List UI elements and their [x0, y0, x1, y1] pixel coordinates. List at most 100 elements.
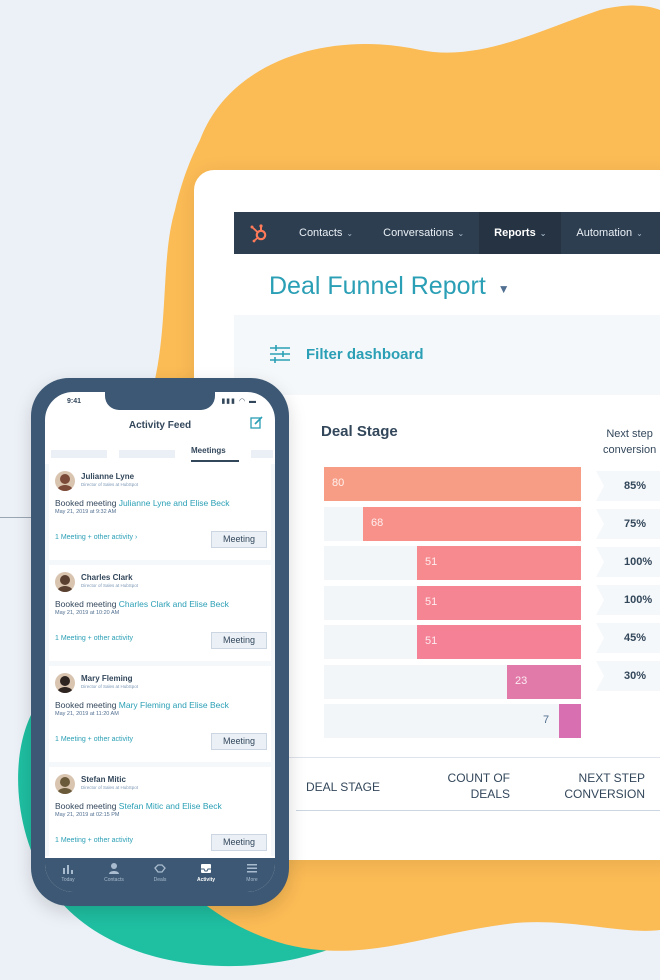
phone-device: 9:41 ▮▮▮ ◠ ▬ Activity Feed Meetings Juli…: [31, 378, 289, 906]
tabbar-item-contacts[interactable]: Contacts: [91, 858, 137, 892]
funnel-row: 51: [324, 585, 581, 620]
caret-down-icon: ▼: [497, 281, 510, 296]
meeting-button[interactable]: Meeting: [211, 632, 267, 649]
report-title: Deal Funnel Report: [269, 272, 486, 300]
meeting-attendees-link[interactable]: Julianne Lyne and Elise Beck: [119, 498, 230, 508]
more-activity-link[interactable]: 1 Meeting + other activity: [55, 635, 133, 642]
tabbar-item-today[interactable]: Today: [45, 858, 91, 892]
activity-description: Booked meeting Stefan Mitic and Elise Be…: [55, 801, 222, 811]
nav-item-label: Reports: [494, 227, 536, 239]
meeting-button[interactable]: Meeting: [211, 834, 267, 851]
funnel-bar[interactable]: 23: [507, 664, 581, 699]
contact-role: Director of Sales at HubSpot: [81, 583, 139, 588]
contact-role: Director of Sales at HubSpot: [81, 684, 139, 689]
tab-placeholder[interactable]: [251, 450, 273, 458]
contact-name[interactable]: Stefan Mitic: [81, 775, 126, 784]
chevron-down-icon: ⌄: [539, 228, 547, 238]
chevron-down-icon: ⌄: [457, 228, 465, 238]
activity-date: May 21, 2019 at 9:32 AM: [55, 509, 117, 515]
column-header-deal-stage[interactable]: DEAL STAGE: [306, 779, 380, 795]
funnel-row: 80: [324, 467, 581, 501]
tabbar-item-label: Deals: [153, 877, 167, 883]
column-header-next-step-conversion[interactable]: NEXT STEP CONVERSION: [559, 770, 645, 802]
funnel-bar[interactable]: 51: [417, 585, 581, 620]
hubspot-sprocket-icon[interactable]: [234, 212, 284, 254]
person-icon: [109, 863, 119, 874]
column-header-line: DEALS: [470, 787, 510, 801]
funnel-bar-value: 51: [425, 595, 438, 608]
funnel-bar-value: 68: [371, 516, 384, 529]
funnel-bar[interactable]: 51: [417, 625, 581, 659]
tab-meetings[interactable]: Meetings: [191, 446, 226, 455]
filter-dashboard-link[interactable]: Filter dashboard: [306, 346, 424, 363]
more-activity-link[interactable]: 1 Meeting + other activity: [55, 837, 133, 844]
compose-icon[interactable]: [250, 416, 263, 429]
nav-item-reports[interactable]: Reports ⌄: [479, 212, 562, 254]
meeting-attendees-link[interactable]: Charles Clark and Elise Beck: [119, 599, 229, 609]
feed-card[interactable]: Julianne Lyne Director of Sales at HubSpo…: [49, 464, 271, 560]
chevron-down-icon: ⌄: [346, 228, 354, 238]
report-title-dropdown[interactable]: Deal Funnel Report ▼: [269, 272, 510, 301]
tabbar-item-label: Today: [61, 877, 75, 883]
feed-tabs: Meetings: [45, 446, 275, 462]
avatar[interactable]: [55, 673, 75, 693]
contact-role: Director of Sales at HubSpot: [81, 785, 139, 790]
activity-date: May 21, 2019 at 11:20 AM: [55, 711, 119, 717]
contact-name[interactable]: Charles Clark: [81, 573, 133, 582]
activity-description: Booked meeting Mary Fleming and Elise Be…: [55, 700, 229, 710]
meeting-button[interactable]: Meeting: [211, 733, 267, 750]
contact-name[interactable]: Julianne Lyne: [81, 472, 134, 481]
meeting-attendees-link[interactable]: Mary Fleming and Elise Beck: [119, 700, 229, 710]
filter-sliders-icon[interactable]: [270, 345, 290, 363]
next-step-heading-line: conversion: [603, 444, 657, 456]
funnel-row: 23: [324, 664, 581, 699]
avatar[interactable]: [55, 774, 75, 794]
funnel-bar[interactable]: 68: [363, 506, 581, 541]
funnel-row: 51: [324, 546, 581, 580]
status-time: 9:41: [67, 398, 82, 405]
tabbar-item-more[interactable]: More: [229, 858, 275, 892]
feed-card[interactable]: Charles Clark Director of Sales at HubSpo…: [49, 565, 271, 661]
conversion-value: 100%: [624, 556, 653, 568]
feed-card[interactable]: Mary Fleming Director of Sales at HubSpot…: [49, 666, 271, 762]
funnel-bar-value: 51: [425, 635, 438, 647]
feed-card[interactable]: Stefan Mitic Director of Sales at HubSpot…: [49, 767, 271, 856]
tab-placeholder[interactable]: [119, 450, 175, 458]
activity-feed-title: Activity Feed: [128, 420, 192, 431]
more-activity-link[interactable]: 1 Meeting + other activity ›: [55, 534, 137, 541]
conversion-value: 85%: [624, 480, 647, 492]
activity-prefix: Booked meeting: [55, 599, 119, 609]
avatar[interactable]: [55, 471, 75, 491]
tabbar-item-activity[interactable]: Activity: [183, 858, 229, 892]
nav-item-label: Contacts: [299, 227, 343, 239]
conversion-value: 75%: [624, 518, 647, 530]
contact-name[interactable]: Mary Fleming: [81, 674, 133, 683]
nav-item-contacts[interactable]: Contacts ⌄: [284, 212, 368, 254]
signal-wifi-battery-icon: ▮▮▮ ◠ ▬: [221, 398, 257, 405]
avatar[interactable]: [55, 572, 75, 592]
activity-description: Booked meeting Julianne Lyne and Elise B…: [55, 498, 230, 508]
inbox-icon: [201, 864, 211, 873]
funnel-bar[interactable]: 51: [417, 546, 581, 580]
tab-placeholder[interactable]: [51, 450, 107, 458]
nav-item-conversations[interactable]: Conversations ⌄: [368, 212, 479, 254]
column-header-line: CONVERSION: [564, 787, 645, 801]
funnel-bar[interactable]: 80: [324, 467, 581, 501]
tabbar-item-label: Activity: [196, 877, 216, 883]
meeting-attendees-link[interactable]: Stefan Mitic and Elise Beck: [119, 801, 222, 811]
deal-table-header: DEAL STAGE COUNT OF DEALS NEXT STEP CONV…: [234, 700, 660, 811]
meeting-button[interactable]: Meeting: [211, 531, 267, 548]
top-navbar: Contacts ⌄ Conversations ⌄ Reports ⌄ Automa…: [234, 212, 660, 254]
column-header-line: COUNT OF: [447, 771, 510, 785]
funnel-row: 68: [324, 506, 581, 541]
activity-prefix: Booked meeting: [55, 801, 119, 811]
contact-role: Director of Sales at HubSpot: [81, 482, 139, 487]
conversion-badge: 85%: [596, 471, 660, 501]
nav-item-automation[interactable]: Automation ⌄: [561, 212, 657, 254]
activity-description: Booked meeting Charles Clark and Elise B…: [55, 599, 229, 609]
activity-date: May 21, 2019 at 02:15 PM: [55, 812, 120, 818]
more-activity-link[interactable]: 1 Meeting + other activity: [55, 736, 133, 743]
tabbar-item-deals[interactable]: Deals: [137, 858, 183, 892]
column-header-count-of-deals[interactable]: COUNT OF DEALS: [444, 770, 510, 802]
activity-prefix: Booked meeting: [55, 700, 119, 710]
